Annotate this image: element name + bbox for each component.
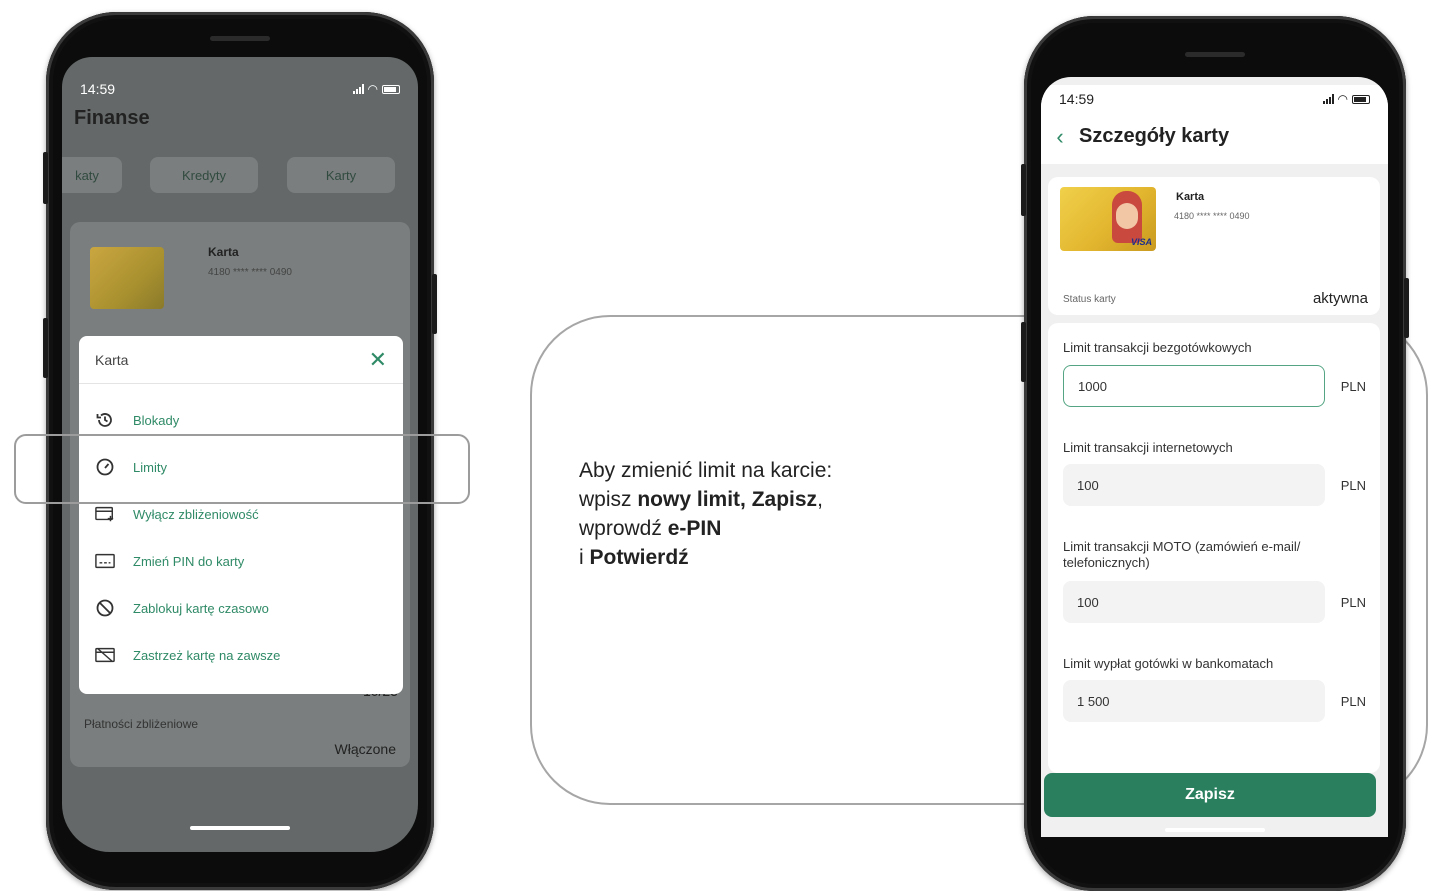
menu-item-wylacz-zblizeniowosc[interactable]: Wyłącz zbliżeniowość bbox=[95, 502, 259, 526]
volume-button bbox=[43, 152, 48, 204]
menu-item-zastrzez-karte[interactable]: Zastrzeż kartę na zawsze bbox=[95, 643, 280, 667]
instruction-line-3: wprowdź e-PIN bbox=[579, 517, 722, 540]
limit-label-atm: Limit wypłat gotówki w bankomatach bbox=[1063, 656, 1274, 671]
power-button bbox=[432, 274, 437, 334]
menu-item-label: Zastrzeż kartę na zawsze bbox=[133, 647, 281, 663]
menu-item-zmien-pin[interactable]: Zmień PIN do karty bbox=[95, 549, 244, 573]
instruction-line-1: Aby zmienić limit na karcie: bbox=[579, 459, 833, 482]
signal-icon bbox=[1322, 94, 1334, 104]
limits-form: Limit transakcji bezgotówkowych 1000 PLN… bbox=[1048, 323, 1380, 773]
wifi-icon: ◠ bbox=[1337, 92, 1348, 106]
tab-kredyty[interactable]: Kredyty bbox=[150, 157, 258, 193]
page-title: Finanse bbox=[74, 107, 150, 129]
battery-icon bbox=[382, 84, 400, 94]
card-cross-icon bbox=[95, 645, 115, 665]
modal-header: Karta ✕ bbox=[79, 336, 403, 384]
block-icon bbox=[95, 598, 115, 618]
card-name: Karta bbox=[1176, 191, 1205, 203]
status-icons: ◠ bbox=[1322, 92, 1370, 106]
currency-label: PLN bbox=[1340, 694, 1366, 709]
page-title: Szczegóły karty bbox=[1079, 125, 1230, 147]
right-phone-screen: 14:59 ◠ ‹ Szczegóły karty VISA Karta 418… bbox=[1041, 77, 1388, 837]
limit-input-cashless[interactable]: 1000 bbox=[1063, 365, 1325, 407]
limit-input-internet[interactable]: 100 bbox=[1063, 464, 1325, 506]
status-time: 14:59 bbox=[1059, 91, 1095, 107]
currency-label: PLN bbox=[1340, 595, 1366, 610]
back-arrow-icon[interactable]: ‹ bbox=[1041, 124, 1079, 150]
tab-karty[interactable]: Karty bbox=[287, 157, 395, 193]
contactless-value: Włączone bbox=[334, 741, 396, 757]
menu-item-label: Blokady bbox=[133, 412, 180, 428]
volume-button bbox=[43, 318, 48, 378]
home-indicator bbox=[190, 826, 290, 830]
modal-title: Karta bbox=[95, 351, 129, 368]
card-plus-icon bbox=[95, 504, 115, 524]
card-number: 4180 **** **** 0490 bbox=[208, 267, 292, 278]
status-bar: 14:59 ◠ bbox=[62, 69, 418, 109]
card-artwork-face bbox=[1116, 203, 1138, 229]
pin-card-icon bbox=[95, 551, 115, 571]
wifi-icon: ◠ bbox=[367, 82, 378, 96]
limit-label-internet: Limit transakcji internetowych bbox=[1063, 440, 1233, 455]
limit-label-moto: Limit transakcji MOTO (zamówień e-mail/ … bbox=[1063, 539, 1301, 570]
card-summary: VISA Karta 4180 **** **** 0490 Status ka… bbox=[1048, 177, 1380, 315]
currency-label: PLN bbox=[1340, 379, 1366, 394]
history-icon bbox=[95, 410, 115, 430]
close-icon[interactable]: ✕ bbox=[369, 348, 387, 371]
card-image: VISA bbox=[1060, 187, 1156, 251]
right-phone-mockup: 14:59 ◠ ‹ Szczegóły karty VISA Karta 418… bbox=[1021, 16, 1409, 891]
tab-lokaty[interactable]: katy bbox=[62, 157, 122, 193]
card-status-label: Status karty bbox=[1063, 294, 1116, 305]
battery-icon bbox=[1352, 94, 1370, 104]
speaker-grille bbox=[1185, 52, 1245, 57]
status-time: 14:59 bbox=[80, 81, 116, 97]
instruction-line-2: wpisz nowy limit, Zapisz, bbox=[579, 488, 823, 511]
instruction-text: Aby zmienić limit na karcie: wpisz nowy … bbox=[579, 456, 832, 572]
save-button[interactable]: Zapisz bbox=[1044, 773, 1376, 817]
limit-label-cashless: Limit transakcji bezgotówkowych bbox=[1063, 340, 1252, 355]
card-name: Karta bbox=[208, 245, 239, 259]
limit-input-atm[interactable]: 1 500 bbox=[1063, 680, 1325, 722]
visa-logo: VISA bbox=[1130, 237, 1152, 247]
home-indicator bbox=[1165, 828, 1265, 832]
instruction-line-4: i Potwierdź bbox=[579, 546, 689, 569]
currency-label: PLN bbox=[1340, 478, 1366, 493]
page-header: ‹ Szczegóły karty bbox=[1041, 109, 1388, 164]
menu-item-blokady[interactable]: Blokady bbox=[95, 408, 179, 432]
card-actions-modal: Karta ✕ Blokady Limity Wyłącz zbliżeniow… bbox=[79, 336, 403, 694]
menu-item-label: Zmień PIN do karty bbox=[133, 553, 245, 569]
volume-button bbox=[1021, 164, 1026, 216]
menu-item-label: Zablokuj kartę czasowo bbox=[133, 600, 269, 616]
menu-item-label: Wyłącz zbliżeniowość bbox=[133, 506, 259, 522]
card-number: 4180 **** **** 0490 bbox=[1174, 211, 1250, 221]
volume-button bbox=[1021, 322, 1026, 382]
signal-icon bbox=[352, 84, 364, 94]
status-icons: ◠ bbox=[352, 82, 400, 96]
limit-input-moto[interactable]: 100 bbox=[1063, 581, 1325, 623]
speaker-grille bbox=[210, 36, 270, 41]
card-status-value: aktywna bbox=[1312, 290, 1368, 307]
highlight-limity-frame bbox=[14, 434, 470, 504]
menu-item-zablokuj-czasowo[interactable]: Zablokuj kartę czasowo bbox=[95, 596, 269, 620]
card-image bbox=[90, 247, 164, 309]
contactless-label: Płatności zbliżeniowe bbox=[84, 717, 199, 731]
power-button bbox=[1404, 278, 1409, 338]
